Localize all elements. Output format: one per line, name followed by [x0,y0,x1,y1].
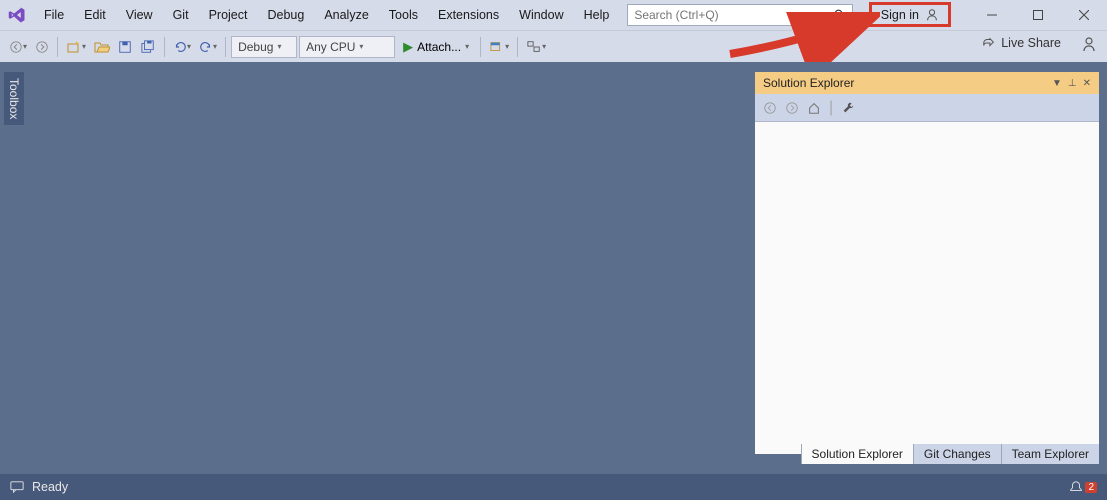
feedback-button[interactable] [1081,36,1097,55]
nav-back-button[interactable]: ▾ [6,36,30,58]
open-button[interactable] [91,36,113,58]
separator [517,37,518,57]
solution-explorer-toolbar: | [755,94,1099,122]
platform-dropdown[interactable]: Any CPU▾ [299,36,395,58]
menu-view[interactable]: View [116,4,163,26]
menu-extensions[interactable]: Extensions [428,4,509,26]
menu-edit[interactable]: Edit [74,4,116,26]
home-icon[interactable] [807,101,821,115]
person-icon [925,8,939,22]
close-button[interactable] [1061,0,1107,30]
liveshare-label: Live Share [1001,36,1061,50]
nav-forward-button[interactable] [32,36,52,58]
minimize-button[interactable] [969,0,1015,30]
status-bar: Ready 2 [0,474,1107,500]
share-icon [982,36,996,50]
bell-icon [1069,480,1083,494]
maximize-button[interactable] [1015,0,1061,30]
chevron-down-icon: ▾ [277,42,281,51]
separator [164,37,165,57]
toolbox-tab[interactable]: Toolbox [4,72,24,125]
panel-title: Solution Explorer [763,76,854,90]
solution-tabs: Solution Explorer Git Changes Team Explo… [801,444,1099,464]
toolbar: ▾ ▾ ▾ ▾ Debug▾ Any CPU▾ ▶ Attach... ▾ ▾ … [0,30,1107,62]
toolbar-button[interactable]: ▾ [486,36,512,58]
separator [480,37,481,57]
notification-count: 2 [1085,482,1097,493]
undo-button[interactable]: ▾ [170,36,194,58]
chevron-down-icon: ▾ [359,42,363,51]
notifications-button[interactable]: 2 [1069,480,1097,494]
menu-file[interactable]: File [34,4,74,26]
status-text: Ready [32,480,68,494]
attach-label: Attach... [417,40,461,54]
tab-solution-explorer[interactable]: Solution Explorer [801,444,913,464]
liveshare-button[interactable]: Live Share [982,36,1061,50]
signin-highlight: Sign in [869,2,951,27]
close-icon[interactable]: ✕ [1083,78,1091,89]
nav-forward-icon[interactable] [785,101,799,115]
pin-icon[interactable]: ⊥ [1068,78,1077,89]
new-project-button[interactable]: ▾ [63,36,89,58]
solution-explorer-panel: Solution Explorer ▼ ⊥ ✕ | [755,72,1099,454]
search-input[interactable] [634,8,834,22]
dropdown-icon[interactable]: ▼ [1052,78,1062,89]
menu-window[interactable]: Window [509,4,573,26]
menu-help[interactable]: Help [574,4,620,26]
menu-git[interactable]: Git [163,4,199,26]
window-controls [969,0,1107,30]
tab-git-changes[interactable]: Git Changes [913,444,1001,464]
attach-button[interactable]: ▶ Attach... ▾ [397,36,475,58]
tab-team-explorer[interactable]: Team Explorer [1001,444,1099,464]
person-icon [1081,36,1097,52]
configuration-dropdown[interactable]: Debug▾ [231,36,297,58]
redo-button[interactable]: ▾ [196,36,220,58]
menu-project[interactable]: Project [199,4,258,26]
save-all-button[interactable] [137,36,159,58]
menu-debug[interactable]: Debug [257,4,314,26]
nav-back-icon[interactable] [763,101,777,115]
menu-tools[interactable]: Tools [379,4,428,26]
menu-bar: File Edit View Git Project Debug Analyze… [0,0,1107,30]
solution-explorer-title-bar[interactable]: Solution Explorer ▼ ⊥ ✕ [755,72,1099,94]
toolbar-button[interactable]: ▾ [523,36,549,58]
visual-studio-icon [8,6,26,24]
search-box[interactable] [627,4,853,26]
comment-icon[interactable] [10,480,24,494]
chevron-down-icon: ▾ [465,42,469,51]
separator [225,37,226,57]
search-icon [834,9,846,21]
menu-analyze[interactable]: Analyze [314,4,378,26]
solution-explorer-body [755,122,1099,454]
wrench-icon[interactable] [841,101,855,115]
separator [57,37,58,57]
signin-button[interactable]: Sign in [874,5,946,25]
play-icon: ▶ [403,39,413,55]
save-button[interactable] [115,36,135,58]
signin-label: Sign in [881,8,919,22]
